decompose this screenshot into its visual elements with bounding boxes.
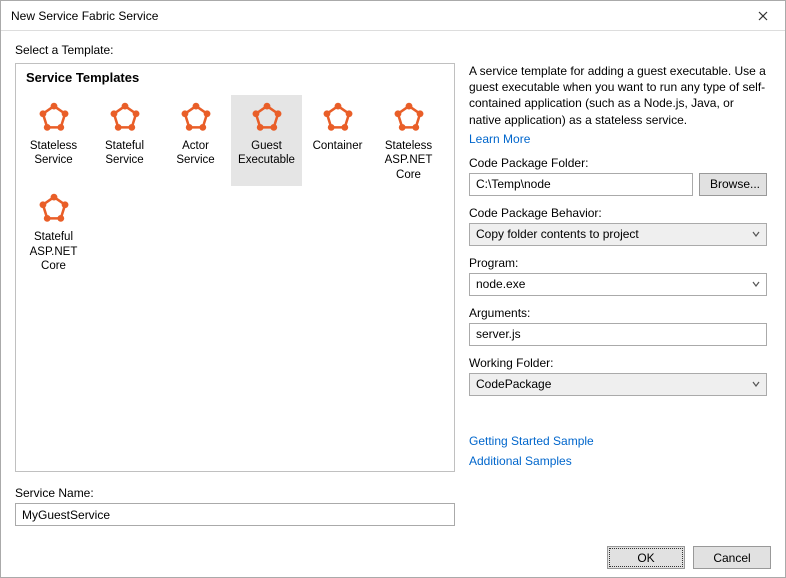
working-folder-label: Working Folder: (469, 356, 767, 370)
template-label: Container (313, 139, 363, 153)
dialog-content: Select a Template: Service Templates Sta… (1, 31, 785, 577)
browse-button[interactable]: Browse... (699, 173, 767, 196)
program-select[interactable]: node.exe (469, 273, 767, 296)
getting-started-sample-link[interactable]: Getting Started Sample (469, 434, 767, 448)
chevron-down-icon (752, 377, 760, 391)
template-item[interactable]: Actor Service (160, 95, 231, 186)
templates-header: Service Templates (16, 64, 454, 91)
template-label: Actor Service (162, 139, 229, 168)
template-item[interactable]: Container (302, 95, 373, 186)
template-label: Stateful ASP.NET Core (20, 230, 87, 273)
details-pane: A service template for adding a guest ex… (469, 63, 767, 472)
template-item[interactable]: Guest Executable (231, 95, 302, 186)
template-label: Guest Executable (233, 139, 300, 168)
template-item[interactable]: Stateless ASP.NET Core (373, 95, 444, 186)
template-item[interactable]: Stateful ASP.NET Core (18, 186, 89, 277)
service-name-label: Service Name: (15, 486, 771, 500)
service-name-block: Service Name: (15, 480, 771, 526)
service-fabric-icon (392, 101, 426, 135)
working-folder-select[interactable]: CodePackage (469, 373, 767, 396)
code-package-behavior-label: Code Package Behavior: (469, 206, 767, 220)
dialog-footer: OK Cancel (15, 538, 771, 569)
close-icon (758, 11, 768, 21)
code-package-folder-input[interactable] (469, 173, 693, 196)
template-label: Stateless ASP.NET Core (375, 139, 442, 182)
program-value: node.exe (476, 277, 525, 291)
program-label: Program: (469, 256, 767, 270)
service-fabric-icon (321, 101, 355, 135)
templates-pane: Service Templates Stateless Service Stat… (15, 63, 455, 472)
chevron-down-icon (752, 227, 760, 241)
titlebar: New Service Fabric Service (1, 1, 785, 31)
template-label: Stateful Service (91, 139, 158, 168)
arguments-input[interactable] (469, 323, 767, 346)
code-package-behavior-select[interactable]: Copy folder contents to project (469, 223, 767, 246)
template-description: A service template for adding a guest ex… (469, 63, 767, 128)
template-item[interactable]: Stateful Service (89, 95, 160, 186)
service-fabric-icon (250, 101, 284, 135)
window-title: New Service Fabric Service (11, 9, 740, 23)
cancel-button[interactable]: Cancel (693, 546, 771, 569)
service-fabric-icon (108, 101, 142, 135)
service-fabric-icon (37, 101, 71, 135)
chevron-down-icon (752, 277, 760, 291)
arguments-label: Arguments: (469, 306, 767, 320)
two-column-layout: Service Templates Stateless Service Stat… (15, 63, 771, 472)
sample-links: Getting Started Sample Additional Sample… (469, 434, 767, 468)
close-button[interactable] (740, 1, 785, 31)
templates-grid: Stateless Service Stateful Service Actor… (16, 91, 454, 471)
template-item[interactable]: Stateless Service (18, 95, 89, 186)
service-name-input[interactable] (15, 503, 455, 526)
code-package-behavior-value: Copy folder contents to project (476, 227, 639, 241)
learn-more-link[interactable]: Learn More (469, 132, 767, 146)
additional-samples-link[interactable]: Additional Samples (469, 454, 767, 468)
code-package-folder-label: Code Package Folder: (469, 156, 767, 170)
service-fabric-icon (179, 101, 213, 135)
select-template-label: Select a Template: (15, 43, 771, 57)
working-folder-value: CodePackage (476, 377, 551, 391)
service-fabric-icon (37, 192, 71, 226)
ok-button[interactable]: OK (607, 546, 685, 569)
template-label: Stateless Service (20, 139, 87, 168)
